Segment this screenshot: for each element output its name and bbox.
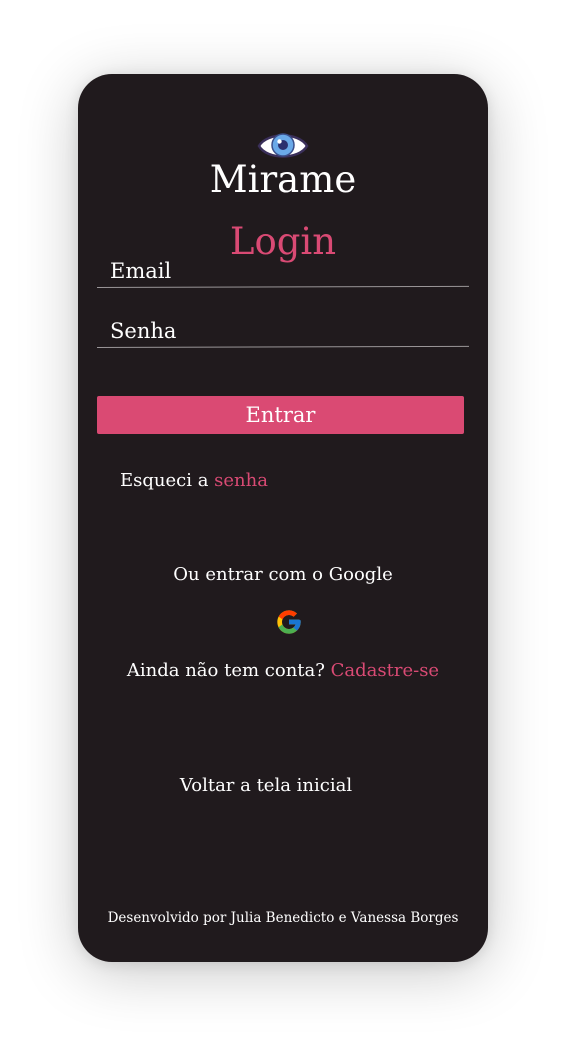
email-field[interactable]: Email: [96, 258, 469, 288]
login-button[interactable]: Entrar: [97, 396, 464, 434]
back-to-home-link[interactable]: Voltar a tela inicial: [78, 774, 454, 798]
email-underline: [96, 285, 469, 288]
phone-frame: Mirame Login Email Senha Entrar Esqueci …: [78, 74, 488, 962]
google-login-text: Ou entrar com o Google: [173, 564, 393, 585]
forgot-password: Esqueci a senha: [120, 469, 268, 493]
app-title: Mirame: [209, 158, 357, 201]
forgot-password-link[interactable]: senha: [214, 470, 268, 491]
google-icon[interactable]: [275, 608, 303, 636]
email-label: Email: [110, 259, 172, 283]
forgot-password-text: Esqueci a: [120, 470, 215, 491]
footer-credits: Desenvolvido por Julia Benedicto e Vanes…: [107, 910, 459, 926]
signup-link[interactable]: Cadastre-se: [331, 660, 439, 681]
signup-text: Ainda não tem conta?: [126, 660, 331, 681]
password-field[interactable]: Senha: [96, 318, 469, 348]
password-label: Senha: [110, 319, 177, 343]
password-underline: [96, 345, 469, 348]
signup-prompt: Ainda não tem conta? Cadastre-se: [78, 659, 488, 683]
